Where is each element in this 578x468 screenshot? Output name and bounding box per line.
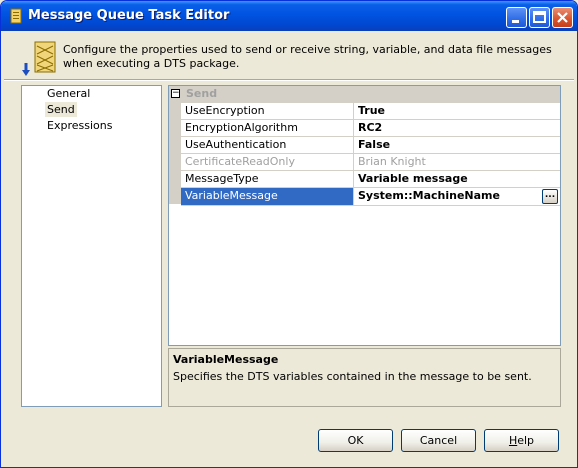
help-button[interactable]: Help: [484, 429, 559, 452]
nav-item-expressions[interactable]: Expressions: [45, 118, 114, 133]
property-row-encryption-algorithm[interactable]: EncryptionAlgorithm RC2: [181, 119, 560, 137]
minimize-button[interactable]: [506, 7, 527, 28]
message-queue-icon: [22, 41, 56, 76]
property-row-use-encryption[interactable]: UseEncryption True: [181, 102, 560, 120]
dialog-window: Message Queue Task Editor Configure the …: [0, 0, 578, 468]
description-panel: VariableMessage Specifies the DTS variab…: [168, 348, 561, 407]
close-icon: [557, 12, 568, 23]
minimize-icon: [512, 20, 519, 23]
property-row-use-authentication[interactable]: UseAuthentication False: [181, 136, 560, 154]
property-grid: − Send UseEncryption True EncryptionAlgo…: [168, 85, 561, 346]
header-divider: [4, 79, 574, 81]
grid-gutter: [169, 86, 181, 204]
header-description: Configure the properties used to send or…: [63, 43, 552, 70]
property-value[interactable]: False: [355, 137, 560, 154]
page-navigation: General Send Expressions: [21, 85, 162, 407]
property-name: CertificateReadOnly: [181, 154, 354, 171]
collapse-icon[interactable]: −: [171, 89, 180, 98]
category-row-send[interactable]: − Send: [169, 86, 560, 102]
category-label: Send: [186, 87, 218, 100]
cancel-button[interactable]: Cancel: [401, 429, 476, 452]
dialog-header: Configure the properties used to send or…: [4, 31, 574, 79]
help-mnemonic: H: [508, 434, 518, 447]
property-name: MessageType: [181, 171, 354, 188]
property-value[interactable]: System::MachineName: [355, 188, 560, 205]
maximize-button[interactable]: [529, 7, 550, 28]
close-button[interactable]: [552, 7, 573, 28]
ok-button[interactable]: OK: [318, 429, 393, 452]
ellipsis-button[interactable]: ...: [542, 189, 558, 204]
window-title: Message Queue Task Editor: [28, 8, 230, 23]
maximize-icon: [533, 11, 546, 23]
nav-item-general[interactable]: General: [45, 86, 92, 101]
property-row-message-type[interactable]: MessageType Variable message: [181, 170, 560, 188]
help-label: elp: [517, 434, 535, 447]
property-row-variable-message[interactable]: VariableMessage System::MachineName ...: [181, 187, 560, 206]
description-title: VariableMessage: [173, 353, 279, 366]
property-value: Brian Knight: [358, 155, 426, 168]
property-value[interactable]: RC2: [355, 120, 560, 137]
property-value[interactable]: True: [355, 103, 560, 120]
property-name: EncryptionAlgorithm: [181, 120, 354, 137]
nav-item-send[interactable]: Send: [45, 102, 77, 117]
property-value[interactable]: Variable message: [355, 171, 560, 188]
property-name: VariableMessage: [181, 188, 354, 205]
task-editor-icon: [10, 8, 22, 24]
description-text: Specifies the DTS variables contained in…: [173, 370, 532, 383]
property-row-certificate-read-only[interactable]: CertificateReadOnly Brian Knight: [181, 153, 560, 171]
property-name: UseAuthentication: [181, 137, 354, 154]
title-bar[interactable]: Message Queue Task Editor: [1, 1, 577, 31]
property-name: UseEncryption: [181, 103, 354, 120]
